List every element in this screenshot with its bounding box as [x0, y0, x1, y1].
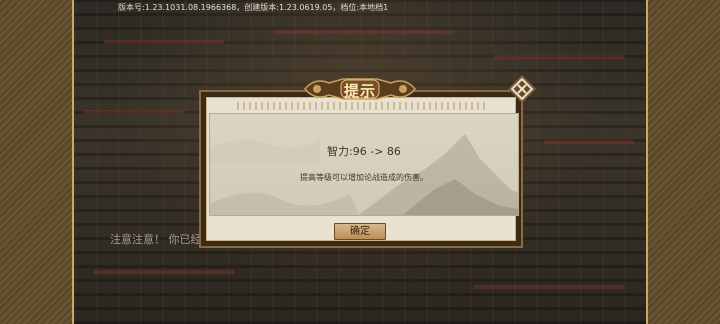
decorative-border-pattern — [237, 102, 487, 110]
confirm-button[interactable]: 确定 — [334, 223, 386, 240]
ink-mountain-illustration — [210, 134, 518, 215]
close-diamond-icon[interactable] — [507, 74, 537, 104]
right-border-panel — [646, 0, 720, 324]
background-notice-text: 注意注意！ 你已经 — [110, 233, 202, 246]
left-border-panel — [0, 0, 74, 324]
stat-change-text: 智力:96 -> 86 — [327, 145, 401, 158]
dialog-title: 提示 — [343, 82, 376, 100]
description-text: 提高等级可以增加论战造成的伤害。 — [300, 173, 428, 182]
dialog-content-panel — [209, 113, 519, 216]
version-info: 版本号:1.23.1031.08.1966368，创建版本:1.23.0619.… — [118, 3, 389, 12]
